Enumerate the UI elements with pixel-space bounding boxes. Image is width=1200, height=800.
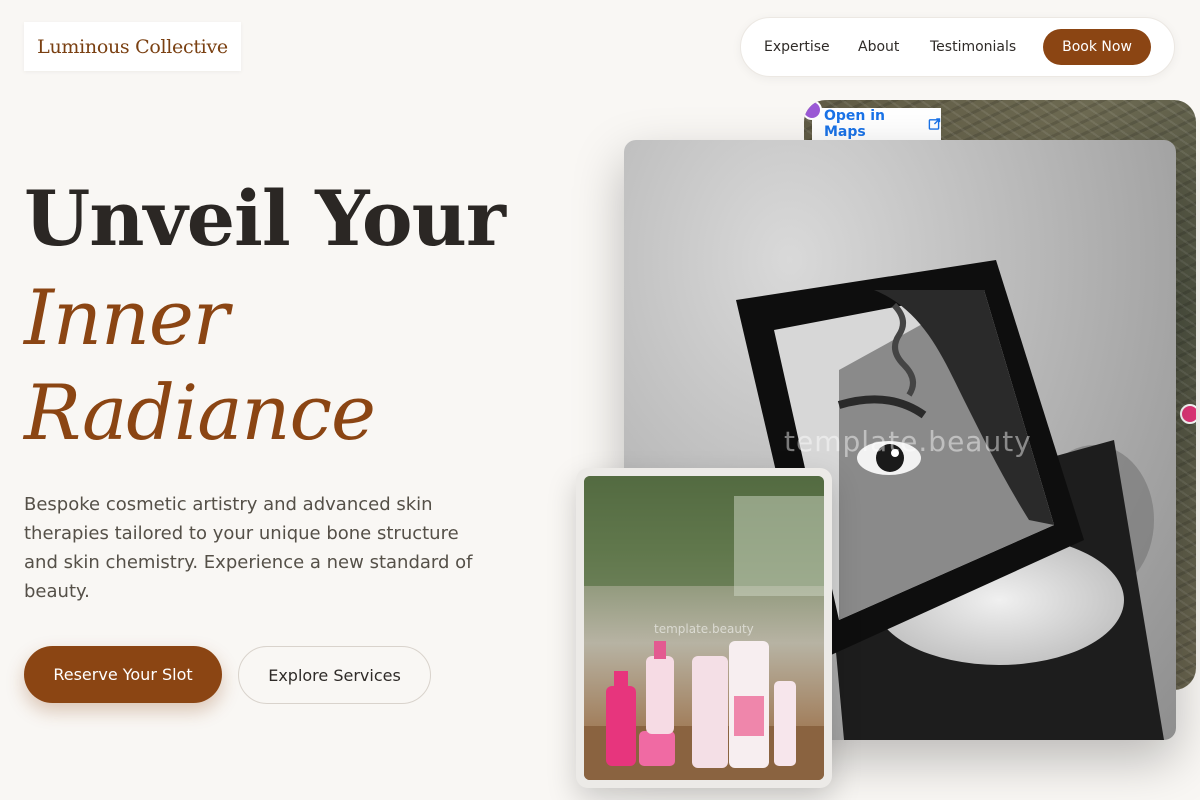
main-nav: Expertise About Testimonials Book Now [740,17,1175,77]
hero-title-line-2: Inner [24,273,229,362]
open-in-maps-label: Open in Maps [824,108,886,140]
hero-title-line-1: Unveil Your [24,174,506,263]
brand-name: Luminous Collective [37,35,228,58]
hero-title-line-3: Radiance [24,368,376,457]
nav-link-expertise[interactable]: Expertise [764,39,830,55]
product-photo: template.beauty [584,476,824,780]
nav-link-about[interactable]: About [858,39,899,55]
brand-logo[interactable]: Luminous Collective [24,22,241,71]
product-photo-card: template.beauty [576,468,832,788]
photo-watermark: template.beauty [784,425,1032,458]
explore-services-button[interactable]: Explore Services [238,646,431,704]
book-now-button[interactable]: Book Now [1043,29,1151,65]
external-link-icon [928,118,941,130]
hero-description: Bespoke cosmetic artistry and advanced s… [24,494,473,602]
map-pin-icon[interactable] [1180,404,1196,424]
product-photo-watermark: template.beauty [654,622,754,636]
nav-link-testimonials[interactable]: Testimonials [930,39,1016,55]
reserve-slot-button[interactable]: Reserve Your Slot [24,646,222,703]
open-in-maps-link[interactable]: Open in Maps [812,108,941,140]
